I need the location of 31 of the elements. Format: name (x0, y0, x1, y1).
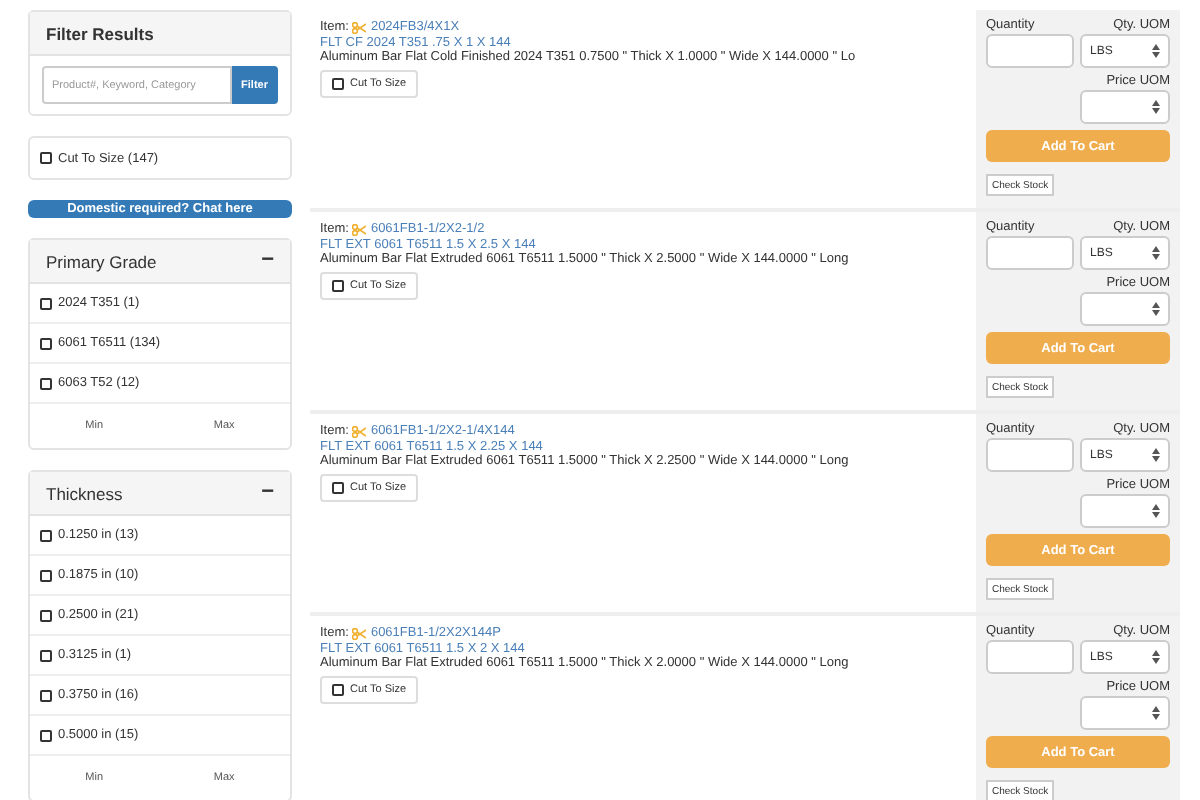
checkbox[interactable] (40, 569, 52, 581)
scissors-icon (352, 223, 367, 235)
collapse-toggle[interactable]: − (261, 482, 274, 504)
checkbox[interactable] (40, 377, 52, 389)
select-arrows-icon (1152, 44, 1160, 58)
checkbox[interactable] (40, 297, 52, 309)
quantity-field[interactable] (986, 34, 1074, 68)
scissors-icon (352, 627, 367, 639)
facet-title: Thickness (46, 483, 123, 503)
select-arrows-icon (1152, 448, 1160, 462)
panel-title: Filter Results (46, 23, 154, 43)
select-arrows-icon (1152, 650, 1160, 664)
checkbox[interactable] (40, 529, 52, 541)
collapse-toggle[interactable]: − (261, 250, 274, 272)
select-arrows-icon (1152, 706, 1160, 720)
quantity-field[interactable] (986, 438, 1074, 472)
select-arrows-icon (1152, 302, 1160, 316)
checkbox[interactable] (40, 689, 52, 701)
checkbox[interactable] (40, 337, 52, 349)
checkbox[interactable] (40, 729, 52, 741)
checkbox[interactable] (40, 649, 52, 661)
quantity-field[interactable] (986, 640, 1074, 674)
select-arrows-icon (1152, 246, 1160, 260)
quantity-field[interactable] (986, 236, 1074, 270)
checkbox[interactable] (40, 152, 52, 164)
facet-title: Primary Grade (46, 251, 157, 271)
scissors-icon (352, 425, 367, 437)
checkbox[interactable] (40, 609, 52, 621)
select-arrows-icon (1152, 100, 1160, 114)
select-arrows-icon (1152, 504, 1160, 518)
scissors-icon (352, 21, 367, 33)
